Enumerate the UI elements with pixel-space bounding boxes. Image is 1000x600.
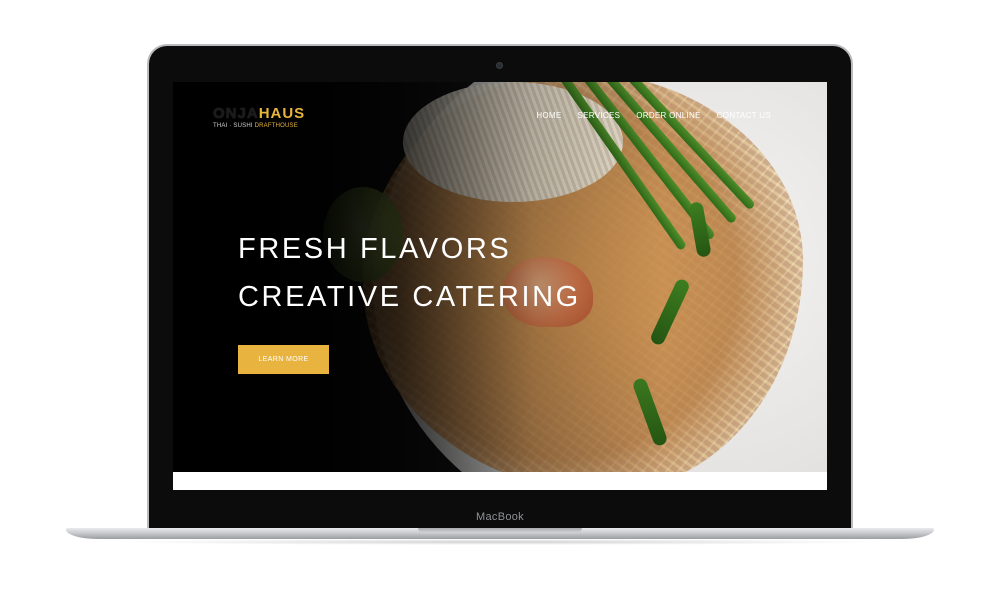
logo-primary-left: ONJA xyxy=(213,105,259,122)
logo-tagline: THAI · SUSHI DRAFTHOUSE xyxy=(213,122,305,130)
logo-primary-right: HAUS xyxy=(258,105,306,122)
hero-section: ONJAHAUS THAI · SUSHI DRAFTHOUSE HOME SE… xyxy=(173,82,827,472)
nav-item-contact-us[interactable]: CONTACT US xyxy=(717,111,771,120)
website-screen: ONJAHAUS THAI · SUSHI DRAFTHOUSE HOME SE… xyxy=(173,82,827,490)
content-section-edge xyxy=(173,472,827,490)
camera-icon xyxy=(497,63,502,68)
learn-more-button[interactable]: LEARN MORE xyxy=(238,345,329,374)
device-label: MacBook xyxy=(476,511,524,523)
hero-headline: FRESH FLAVORS CREATIVE CATERING xyxy=(238,225,581,321)
logo-tagline-right: DRAFTHOUSE xyxy=(254,123,298,129)
logo-tagline-left: THAI · SUSHI xyxy=(213,123,255,129)
logo-wordmark: ONJAHAUS xyxy=(213,106,305,122)
site-logo[interactable]: ONJAHAUS THAI · SUSHI DRAFTHOUSE xyxy=(213,106,305,130)
hero-headline-line2: CREATIVE CATERING xyxy=(238,281,581,313)
nav-item-order-online[interactable]: ORDER ONLINE xyxy=(636,111,701,120)
laptop-opening-notch xyxy=(418,528,582,533)
main-navigation: HOME SERVICES ORDER ONLINE CONTACT US xyxy=(536,111,771,120)
hero-headline-line1: FRESH FLAVORS xyxy=(238,233,512,265)
laptop-shadow xyxy=(110,539,890,545)
nav-item-home[interactable]: HOME xyxy=(536,111,561,120)
nav-item-services[interactable]: SERVICES xyxy=(578,111,621,120)
